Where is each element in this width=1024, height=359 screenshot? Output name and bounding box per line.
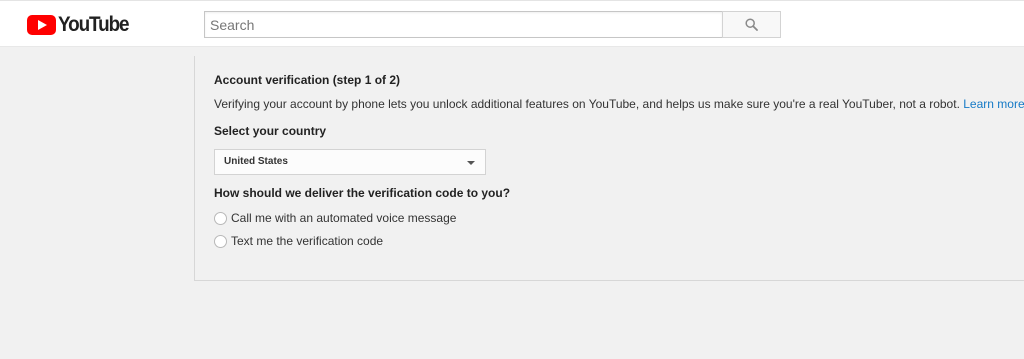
top-bar: YouTube (0, 0, 1024, 47)
country-select[interactable]: United States (214, 149, 486, 175)
logo-text: YouTube (58, 13, 130, 36)
delivery-question: How should we deliver the verification c… (214, 186, 511, 200)
voice-call-radio[interactable] (214, 211, 227, 225)
learn-more-link[interactable]: Learn more (963, 97, 1024, 111)
option-text-message[interactable]: Text me the verification code (214, 233, 383, 249)
description-text: Verifying your account by phone lets you… (214, 97, 960, 111)
chevron-down-icon (467, 161, 475, 165)
country-selected-value: United States (224, 156, 288, 167)
search-input[interactable] (204, 11, 722, 38)
voice-call-label: Call me with an automated voice message (231, 211, 457, 225)
page-title: Account verification (step 1 of 2) (214, 73, 401, 87)
country-label: Select your country (214, 124, 327, 138)
option-voice-call[interactable]: Call me with an automated voice message (214, 210, 456, 226)
verification-panel: Account verification (step 1 of 2) Verif… (194, 56, 1024, 281)
youtube-play-icon (27, 15, 56, 35)
search-button[interactable] (722, 11, 781, 38)
text-message-radio[interactable] (214, 234, 227, 248)
youtube-logo[interactable]: YouTube (27, 14, 136, 36)
text-message-label: Text me the verification code (231, 234, 384, 248)
search-icon (745, 18, 758, 31)
verification-description: Verifying your account by phone lets you… (214, 97, 1024, 111)
